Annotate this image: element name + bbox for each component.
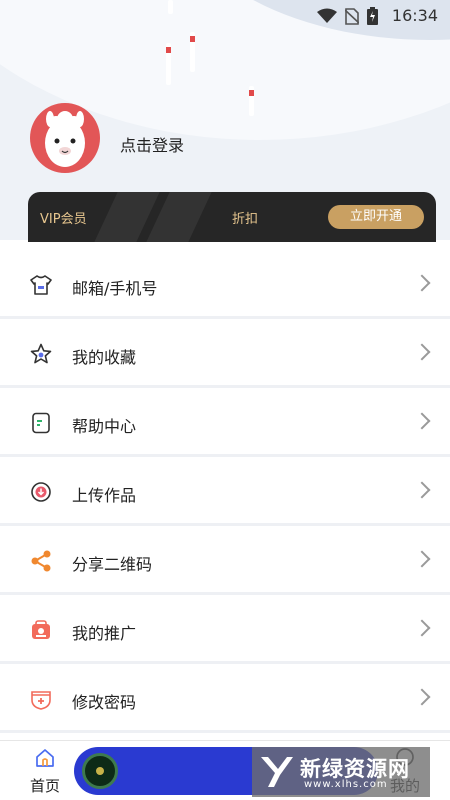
menu-item-email-phone[interactable]: 邮箱/手机号 <box>0 250 450 319</box>
vip-open-button[interactable]: 立即开通 <box>328 205 424 229</box>
chevron-right-icon <box>413 619 431 637</box>
shirt-icon <box>30 274 52 296</box>
settings-menu: 邮箱/手机号 我的收藏 帮助中心 上传作品 分享二维码 我的推广 修改密码 <box>0 250 450 733</box>
menu-item-label: 帮助中心 <box>72 417 137 436</box>
vip-discount-label: 折扣 <box>232 212 259 227</box>
menu-item-upload-works[interactable]: 上传作品 <box>0 457 450 526</box>
status-bar: 16:34 <box>0 0 450 32</box>
download-icon <box>30 481 52 503</box>
promotion-icon <box>30 619 52 641</box>
battery-charging-icon <box>367 7 378 29</box>
menu-item-label: 我的收藏 <box>72 348 137 367</box>
home-icon <box>34 749 56 773</box>
no-sim-icon <box>344 7 360 29</box>
menu-item-my-promotion[interactable]: 我的推广 <box>0 595 450 664</box>
vip-label: VIP会员 <box>40 212 87 227</box>
menu-item-change-password[interactable]: 修改密码 <box>0 664 450 733</box>
share-icon <box>30 550 52 572</box>
star-icon <box>30 343 52 365</box>
chevron-right-icon <box>413 550 431 568</box>
menu-item-share-qrcode[interactable]: 分享二维码 <box>0 526 450 595</box>
menu-item-label: 修改密码 <box>72 693 137 712</box>
album-disc-icon <box>82 753 118 789</box>
tab-home[interactable]: 首页 <box>20 747 70 796</box>
tab-home-label: 首页 <box>29 777 60 795</box>
menu-item-label: 上传作品 <box>72 486 137 505</box>
decor-pole <box>249 86 254 116</box>
menu-item-label: 分享二维码 <box>72 555 153 574</box>
menu-item-label: 我的推广 <box>72 624 137 643</box>
menu-item-label: 邮箱/手机号 <box>72 279 158 298</box>
menu-item-favorites[interactable]: 我的收藏 <box>0 319 450 388</box>
avatar[interactable] <box>30 103 100 173</box>
document-icon <box>30 412 52 434</box>
login-link[interactable]: 点击登录 <box>120 132 184 156</box>
wifi-icon <box>317 8 337 28</box>
decor-pole <box>166 43 171 85</box>
decor-pole <box>190 32 195 72</box>
chevron-right-icon <box>413 481 431 499</box>
password-icon <box>30 688 52 710</box>
chevron-right-icon <box>413 274 431 292</box>
chevron-right-icon <box>413 688 431 706</box>
watermark-url: www.xlhs.com <box>304 779 388 790</box>
watermark-logo-icon <box>258 753 296 791</box>
watermark: 新绿资源网 www.xlhs.com <box>252 747 430 797</box>
menu-item-help-center[interactable]: 帮助中心 <box>0 388 450 457</box>
vip-card: VIP会员 折扣 立即开通 <box>28 192 436 242</box>
chevron-right-icon <box>413 343 431 361</box>
status-time: 16:34 <box>391 6 438 25</box>
chevron-right-icon <box>413 412 431 430</box>
alpaca-avatar-icon <box>45 111 85 167</box>
